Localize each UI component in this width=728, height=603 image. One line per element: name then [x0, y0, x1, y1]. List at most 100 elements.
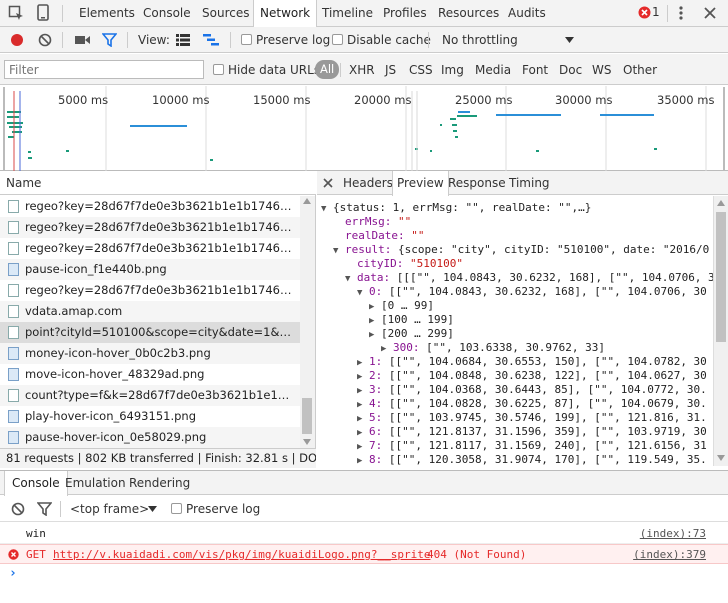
scroll-up-icon[interactable] [717, 200, 725, 206]
tab-sources[interactable]: Sources [202, 0, 249, 26]
error-count-badge[interactable]: 1 [638, 5, 660, 20]
type-filter-css[interactable]: CSS [409, 63, 433, 77]
frame-select[interactable]: <top frame> [70, 502, 149, 516]
type-filter-ws[interactable]: WS [592, 63, 611, 77]
record-icon[interactable] [10, 33, 24, 47]
device-mode-icon[interactable] [36, 4, 50, 22]
collapsed-triangle-icon[interactable]: ▶ [369, 316, 374, 326]
type-filter-font[interactable]: Font [522, 63, 548, 77]
waterfall-view-icon[interactable] [203, 34, 219, 46]
request-row[interactable]: regeo?key=28d67f7de0e3b3621b1e1b1746bbd6… [0, 196, 300, 217]
json-tree-node[interactable]: ▼ result: {scope: "city", cityID: "51010… [333, 243, 709, 256]
close-devtools-icon[interactable] [704, 7, 716, 19]
tab-resources[interactable]: Resources [438, 0, 499, 26]
request-row[interactable]: regeo?key=28d67f7de0e3b3621b1e1b1746bbd6… [0, 238, 300, 259]
tab-emulation[interactable]: Emulation [65, 476, 126, 490]
json-tree-node[interactable]: ▶ 3: [["", 104.0368, 30.6443, 85], ["", … [357, 383, 707, 396]
preview-scrollbar[interactable] [713, 196, 728, 466]
capture-screenshots-icon[interactable] [75, 35, 90, 45]
json-tree-node[interactable]: ▶ 7: [["", 121.8117, 31.1569, 240], ["",… [357, 439, 707, 452]
type-filter-js[interactable]: JS [385, 63, 396, 77]
request-row[interactable]: money-icon-hover_0b0c2b3.png [0, 343, 300, 364]
request-row[interactable]: regeo?key=28d67f7de0e3b3621b1e1b1746bbd6… [0, 217, 300, 238]
more-options-icon[interactable] [679, 6, 683, 20]
json-tree-node[interactable]: ▼ 0: [["", 104.0843, 30.6232, 168], ["",… [357, 285, 707, 298]
collapsed-triangle-icon[interactable]: ▶ [357, 428, 362, 438]
tab-rendering[interactable]: Rendering [129, 476, 190, 490]
type-filter-media[interactable]: Media [475, 63, 511, 77]
request-list-header[interactable]: Name [0, 171, 316, 195]
type-filter-img[interactable]: Img [441, 63, 464, 77]
console-prompt[interactable]: › [0, 564, 728, 584]
tab-network[interactable]: Network [253, 0, 318, 27]
request-row[interactable]: pause-hover-icon_0e58029.png [0, 427, 300, 448]
timeline-overview[interactable]: 5000 ms 10000 ms 15000 ms 20000 ms 25000… [0, 86, 728, 171]
collapsed-triangle-icon[interactable]: ▶ [357, 442, 362, 452]
collapsed-triangle-icon[interactable]: ▶ [357, 456, 362, 466]
hide-data-urls-checkbox[interactable] [213, 64, 224, 75]
json-tree-node[interactable]: ▶ [0 … 99] [369, 299, 434, 312]
filter-icon[interactable] [102, 33, 117, 47]
request-list-scrollbar[interactable] [300, 196, 315, 448]
chevron-down-icon[interactable] [148, 506, 157, 512]
json-tree-node[interactable]: ▶ 6: [["", 121.8137, 31.1596, 359], ["",… [357, 425, 707, 438]
chevron-down-icon[interactable] [565, 37, 574, 43]
large-rows-icon[interactable] [176, 34, 190, 46]
tab-preview[interactable]: Preview [392, 171, 449, 196]
json-tree-node[interactable]: ▶ 1: [["", 104.0684, 30.6553, 150], ["",… [357, 355, 707, 368]
collapsed-triangle-icon[interactable]: ▶ [369, 302, 374, 312]
json-tree-node[interactable]: ▶ 5: [["", 103.9745, 30.5746, 199], ["",… [357, 411, 707, 424]
tab-elements[interactable]: Elements [79, 0, 135, 26]
console-source-link[interactable]: (index):73 [640, 524, 706, 544]
json-tree-node[interactable]: ▼ {status: 1, errMsg: "", realDate: "",…… [321, 201, 591, 214]
console-preserve-log-checkbox[interactable] [171, 503, 182, 514]
request-row[interactable]: regeo?key=28d67f7de0e3b3621b1e1b1746bbd6… [0, 280, 300, 301]
tab-timeline[interactable]: Timeline [322, 0, 373, 26]
json-tree-node[interactable]: ▶ [200 … 299] [369, 327, 454, 340]
type-filter-other[interactable]: Other [623, 63, 657, 77]
expanded-triangle-icon[interactable]: ▼ [345, 274, 350, 284]
scroll-down-icon[interactable] [303, 439, 311, 445]
clear-console-icon[interactable] [11, 502, 25, 516]
collapsed-triangle-icon[interactable]: ▶ [357, 400, 362, 410]
request-row[interactable]: vdata.amap.com [0, 301, 300, 322]
type-filter-xhr[interactable]: XHR [349, 63, 375, 77]
request-row[interactable]: count?type=f&k=28d67f7de0e3b3621b1e1b174… [0, 385, 300, 406]
collapsed-triangle-icon[interactable]: ▶ [357, 414, 362, 424]
tab-profiles[interactable]: Profiles [383, 0, 427, 26]
json-tree-node[interactable]: ▶ 4: [["", 104.0828, 30.6225, 87], ["", … [357, 397, 707, 410]
filter-input[interactable] [4, 60, 204, 79]
expanded-triangle-icon[interactable]: ▼ [321, 204, 326, 214]
expanded-triangle-icon[interactable]: ▼ [357, 288, 362, 298]
close-icon[interactable] [323, 178, 333, 188]
throttling-select[interactable]: No throttling [442, 33, 518, 47]
request-row[interactable]: play-hover-icon_6493151.png [0, 406, 300, 427]
tab-response[interactable]: Response [448, 171, 506, 195]
scrollbar-thumb[interactable] [716, 212, 726, 342]
collapsed-triangle-icon[interactable]: ▶ [369, 330, 374, 340]
request-row[interactable]: point?cityId=510100&scope=city&date=1&di… [0, 322, 300, 343]
tab-console[interactable]: Console [143, 0, 191, 26]
collapsed-triangle-icon[interactable]: ▶ [357, 358, 362, 368]
disable-cache-checkbox[interactable] [332, 34, 343, 45]
console-error-url[interactable]: http://v.kuaidadi.com/vis/pkg/img/kuaidi… [53, 545, 431, 565]
request-row[interactable]: pause-icon_f1e440b.png [0, 259, 300, 280]
scroll-up-icon[interactable] [303, 198, 311, 204]
preserve-log-checkbox[interactable] [241, 34, 252, 45]
collapsed-triangle-icon[interactable]: ▶ [357, 386, 362, 396]
tab-timing[interactable]: Timing [509, 171, 550, 195]
json-tree-node[interactable]: ▶ 300: ["", 103.6338, 30.9762, 33] [381, 341, 605, 354]
json-tree-node[interactable]: ▶ [100 … 199] [369, 313, 454, 326]
collapsed-triangle-icon[interactable]: ▶ [357, 372, 362, 382]
type-filter-all[interactable]: All [315, 60, 340, 79]
tab-headers[interactable]: Headers [343, 171, 393, 195]
filter-icon[interactable] [37, 502, 52, 516]
request-row[interactable]: move-icon-hover_48329ad.png [0, 364, 300, 385]
scroll-down-icon[interactable] [717, 455, 725, 461]
scrollbar-thumb[interactable] [302, 398, 312, 434]
json-tree-node[interactable]: ▼ data: [[["", 104.0843, 30.6232, 168], … [345, 271, 713, 284]
name-column-header[interactable]: Name [6, 176, 41, 190]
tab-audits[interactable]: Audits [508, 0, 546, 26]
type-filter-doc[interactable]: Doc [559, 63, 582, 77]
tab-console-drawer[interactable]: Console [4, 471, 68, 496]
